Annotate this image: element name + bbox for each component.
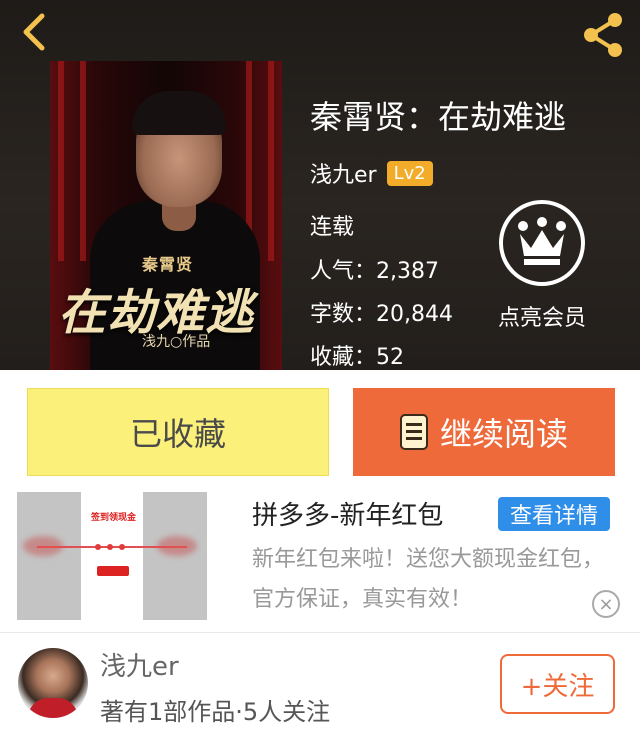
- member-circle: [499, 200, 585, 286]
- follow-button[interactable]: +关注: [500, 654, 615, 714]
- cover-small-title: 秦霄贤: [142, 255, 194, 274]
- book-header: 秦霄贤 在劫难逃 浅九○作品 秦霄贤：在劫难逃 浅九er Lv2 连载 人气：2…: [0, 0, 640, 370]
- ad-detail-button[interactable]: 查看详情: [498, 497, 610, 531]
- avatar[interactable]: [18, 648, 88, 718]
- cover-author-line: 浅九○作品: [142, 334, 211, 350]
- cover-figure-hair: [132, 91, 226, 135]
- ad-image-side: [17, 492, 81, 620]
- continue-reading-button[interactable]: 继续阅读: [353, 388, 615, 476]
- author-section-info: 著有1部作品·5人关注: [100, 698, 331, 726]
- ad-image-button: [97, 566, 129, 576]
- member-button[interactable]: 点亮会员: [492, 200, 592, 332]
- book-cover[interactable]: 秦霄贤 在劫难逃 浅九○作品: [50, 61, 282, 370]
- ad-image-dot: [119, 544, 125, 550]
- ad-image-dot: [95, 544, 101, 550]
- popularity-stat: 人气：2,387: [310, 259, 439, 284]
- member-label: 点亮会员: [497, 306, 586, 331]
- author-name[interactable]: 浅九er: [310, 157, 377, 189]
- section-divider: [0, 632, 640, 633]
- word-count-stat: 字数：20,844: [310, 302, 453, 327]
- book-icon: [399, 414, 428, 450]
- cover-curtain: [268, 61, 274, 261]
- close-icon[interactable]: ×: [592, 590, 620, 618]
- continue-reading-label: 继续阅读: [439, 415, 568, 453]
- ad-detail-label: 查看详情: [509, 504, 598, 529]
- collected-label: 已收藏: [129, 415, 226, 453]
- collected-button[interactable]: 已收藏: [27, 388, 329, 476]
- chevron-left-icon: [23, 13, 45, 51]
- ad-image[interactable]: 签到领现金: [17, 492, 207, 620]
- favorites-stat: 收藏：52: [310, 345, 404, 370]
- follow-label: +关注: [520, 671, 595, 702]
- ad-image-text: 签到领现金: [91, 513, 137, 523]
- cover-curtain: [58, 61, 64, 261]
- ad-title[interactable]: 拼多多-新年红包: [252, 495, 443, 532]
- book-title: 秦霄贤：在劫难逃: [310, 98, 567, 136]
- crown-icon: [518, 217, 566, 265]
- level-badge: Lv2: [386, 160, 433, 186]
- avatar-shirt: [28, 698, 78, 718]
- ad-description: 新年红包来啦！送您大额现金红包，官方保证，真实有效！: [252, 547, 605, 612]
- ad-image-side: [143, 492, 207, 620]
- share-button[interactable]: [578, 10, 628, 60]
- share-icon: [584, 13, 622, 57]
- serial-status: 连载: [310, 215, 355, 240]
- author-row: 浅九er Lv2: [310, 157, 433, 189]
- ad-image-dot: [107, 544, 113, 550]
- cover-curtain: [80, 61, 86, 261]
- back-button[interactable]: [14, 10, 58, 54]
- author-section-name[interactable]: 浅九er: [100, 646, 179, 683]
